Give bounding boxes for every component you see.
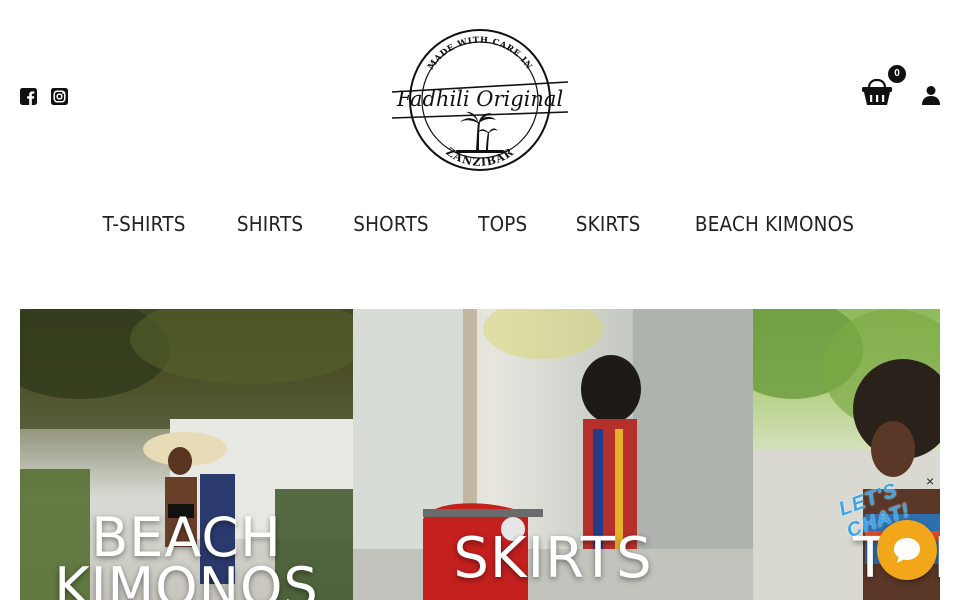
- facebook-icon[interactable]: [20, 88, 37, 105]
- nav-item-shirts[interactable]: SHIRTS: [236, 212, 302, 236]
- chat-bubble-icon: [894, 538, 920, 563]
- tile-label-line2: KIMONOS: [54, 555, 319, 600]
- nav-item-t-shirts[interactable]: T-SHIRTS: [103, 212, 186, 236]
- main-nav: T-SHIRTS SHIRTS SHORTS TOPS SKIRTS BEACH…: [0, 212, 960, 236]
- nav-item-shorts[interactable]: SHORTS: [353, 212, 428, 236]
- logo-brand-text: Fadhili Original: [396, 87, 563, 111]
- nav-item-beach-kimonos[interactable]: BEACH KIMONOS: [694, 212, 853, 236]
- palm-tree-icon: [456, 111, 504, 153]
- tile-label-skirts: SKIRTS: [453, 526, 653, 591]
- category-tile-beach-kimonos[interactable]: BEACH KIMONOS: [20, 309, 353, 600]
- category-banner: BEACH KIMONOS SKIRTS: [20, 309, 940, 600]
- instagram-icon[interactable]: [51, 88, 68, 105]
- cart-count-badge: 0: [888, 65, 906, 83]
- chat-launcher-button[interactable]: [877, 520, 937, 580]
- nav-item-tops[interactable]: TOPS: [478, 212, 527, 236]
- tile-label-beach-kimonos: BEACH KIMONOS: [20, 511, 353, 600]
- social-links: [20, 88, 68, 105]
- brand-logo[interactable]: MADE WITH CARE IN Fadhili Original ZANZI…: [390, 26, 570, 174]
- user-icon[interactable]: [921, 85, 941, 105]
- shopping-basket-icon[interactable]: [860, 76, 894, 108]
- site-header: MADE WITH CARE IN Fadhili Original ZANZI…: [0, 0, 960, 200]
- nav-item-skirts[interactable]: SKIRTS: [576, 212, 641, 236]
- category-tile-skirts[interactable]: SKIRTS: [353, 309, 753, 600]
